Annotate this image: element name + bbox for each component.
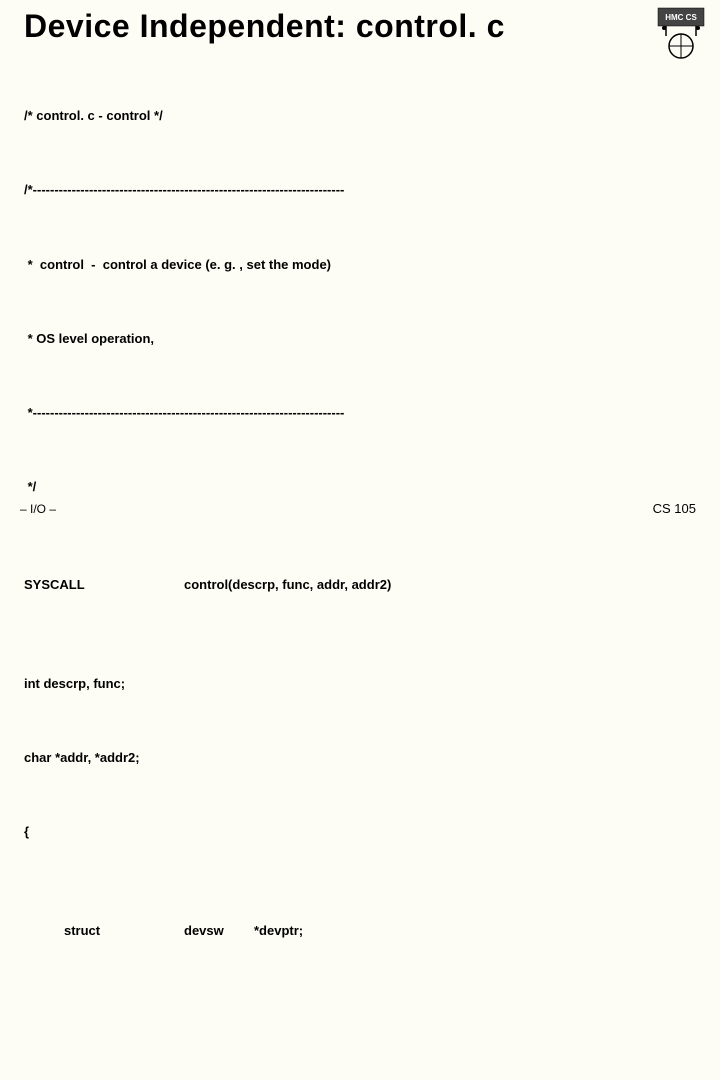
footer-right-label: CS 105 [653, 501, 696, 516]
code-line: * OS level operation, [24, 327, 696, 352]
struct-keyword: struct [64, 919, 184, 944]
code-line: *---------------------------------------… [24, 401, 696, 426]
code-line: char *addr, *addr2; [24, 746, 696, 771]
school-logo-icon: HMC CS [656, 6, 706, 62]
code-line: int descrp, func; [24, 672, 696, 697]
footer-left-label: – I/O – [20, 502, 56, 516]
slide-container: HMC CS Device Independent: control. c /*… [0, 0, 720, 540]
struct-var: *devptr; [254, 919, 303, 944]
struct-type: devsw [184, 919, 254, 944]
syscall-keyword: SYSCALL [24, 573, 184, 598]
syscall-signature: control(descrp, func, addr, addr2) [184, 573, 391, 598]
logo-text: HMC CS [665, 13, 697, 22]
code-line-syscall: SYSCALL control(descrp, func, addr, addr… [24, 573, 696, 598]
code-line: /* control. c - control */ [24, 104, 696, 129]
code-line-struct: struct devsw *devptr; [24, 919, 696, 944]
code-line: * control - control a device (e. g. , se… [24, 253, 696, 278]
code-block: /* control. c - control */ /*-----------… [24, 55, 696, 1080]
code-line: { [24, 820, 696, 845]
code-line: /*--------------------------------------… [24, 178, 696, 203]
spacer [24, 1018, 696, 1032]
slide-title: Device Independent: control. c [24, 8, 696, 45]
code-line: */ [24, 475, 696, 500]
